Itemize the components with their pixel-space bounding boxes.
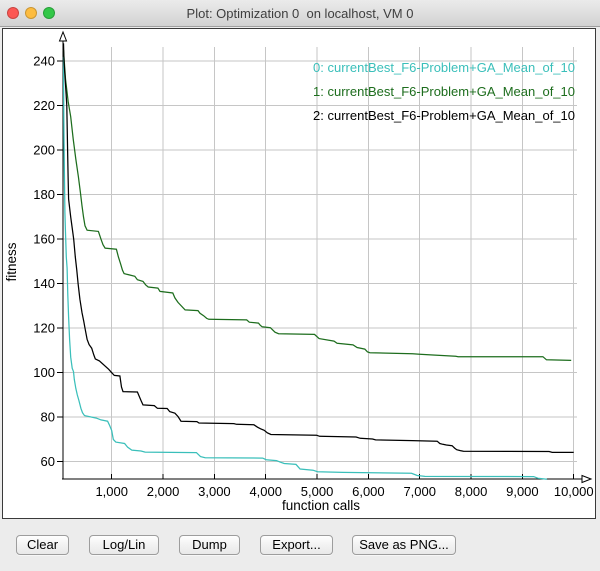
dump-button[interactable]: Dump xyxy=(179,535,240,555)
fitness-chart: 1,000 2,000 3,000 4,000 5,000 6,000 7,000 8,000… xyxy=(0,0,600,530)
y-tick-label: 60 xyxy=(41,454,55,469)
x-tick-label: 4,000 xyxy=(249,484,282,499)
y-tick-label: 180 xyxy=(33,187,55,202)
x-tick-label: 3,000 xyxy=(198,484,231,499)
y-tick-label: 140 xyxy=(33,276,55,291)
x-tick-label: 1,000 xyxy=(95,484,128,499)
y-tick-label: 240 xyxy=(33,54,55,69)
y-tick-label: 120 xyxy=(33,321,55,336)
x-tick-label: 8,000 xyxy=(455,484,488,499)
x-tick-label: 7,000 xyxy=(403,484,436,499)
loglin-button[interactable]: Log/Lin xyxy=(89,535,159,555)
series-line-2 xyxy=(64,43,574,452)
y-tick-label: 160 xyxy=(33,232,55,247)
y-tick-label: 80 xyxy=(41,410,55,425)
x-tick-label: 2,000 xyxy=(147,484,180,499)
x-tick-label: 9,000 xyxy=(506,484,539,499)
y-tick-label: 200 xyxy=(33,143,55,158)
legend-item-1: 1: currentBest_F6-Problem+GA_Mean_of_10 xyxy=(313,84,575,99)
export-button[interactable]: Export... xyxy=(260,535,333,555)
x-axis-label: function calls xyxy=(282,498,360,513)
x-tick-label: 10,000 xyxy=(554,484,594,499)
x-tick-label: 6,000 xyxy=(352,484,385,499)
legend-item-0: 0: currentBest_F6-Problem+GA_Mean_of_10 xyxy=(313,60,575,75)
y-tick-label: 220 xyxy=(33,98,55,113)
save-png-button[interactable]: Save as PNG... xyxy=(352,535,456,555)
clear-button[interactable]: Clear xyxy=(16,535,69,555)
legend-item-2: 2: currentBest_F6-Problem+GA_Mean_of_10 xyxy=(313,108,575,123)
y-axis-label: fitness xyxy=(4,242,19,281)
x-tick-label: 5,000 xyxy=(301,484,334,499)
x-axis-arrow-icon xyxy=(582,476,591,483)
y-axis-arrow-icon xyxy=(60,32,67,41)
y-tick-label: 100 xyxy=(33,365,55,380)
